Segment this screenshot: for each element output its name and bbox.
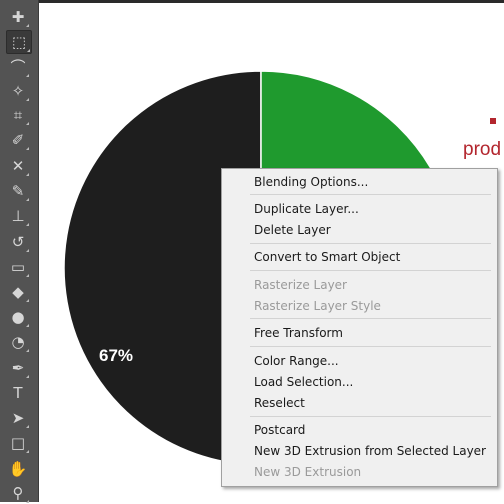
tool-group-indicator: [26, 147, 29, 150]
menu-item-duplicate-layer[interactable]: Duplicate Layer...: [254, 202, 359, 216]
tool-group-indicator: [26, 223, 29, 226]
menu-item-blending-options[interactable]: Blending Options...: [254, 175, 368, 189]
magic-wand-icon[interactable]: ✧: [6, 80, 30, 102]
tools-panel: ✚ ⬚ ⌒ ✧ ⌗ ✐ ✕ ✎ ⊥ ↺ ▭ ◆ ● ◔ ✒ T ➤ □ ✋ ⚲: [0, 0, 39, 504]
menu-item-new-3d-extrusion[interactable]: New 3D Extrusion: [254, 465, 361, 479]
zoom-icon[interactable]: ⚲: [6, 482, 30, 504]
menu-item-free-transform[interactable]: Free Transform: [254, 326, 343, 340]
blur-icon[interactable]: ●: [6, 306, 30, 328]
legend-label: prod: [463, 139, 502, 160]
tool-group-indicator: [26, 74, 29, 77]
menu-item-reselect[interactable]: Reselect: [254, 396, 305, 410]
menu-item-load-selection[interactable]: Load Selection...: [254, 375, 353, 389]
clone-stamp-icon[interactable]: ⊥: [6, 205, 30, 227]
pie-slice-label: 67%: [99, 346, 134, 365]
menu-separator: [250, 318, 491, 319]
path-selection-icon[interactable]: ➤: [6, 407, 30, 429]
menu-item-color-range[interactable]: Color Range...: [254, 354, 339, 368]
menu-item-postcard[interactable]: Postcard: [254, 423, 305, 437]
menu-item-convert-smart-object[interactable]: Convert to Smart Object: [254, 250, 400, 264]
eyedropper-icon[interactable]: ✐: [6, 129, 30, 151]
tool-group-indicator: [26, 324, 29, 327]
menu-item-delete-layer[interactable]: Delete Layer: [254, 223, 331, 237]
menu-separator: [250, 346, 491, 347]
paint-bucket-icon[interactable]: ◆: [6, 281, 30, 303]
move-tool-icon[interactable]: ✚: [6, 6, 30, 28]
eraser-icon[interactable]: ▭: [6, 256, 30, 278]
menu-item-rasterize-layer[interactable]: Rasterize Layer: [254, 278, 347, 292]
tool-group-indicator: [26, 299, 29, 302]
type-icon[interactable]: T: [6, 382, 30, 404]
lasso-icon[interactable]: ⌒: [6, 56, 30, 78]
crop-icon[interactable]: ⌗: [6, 104, 30, 126]
hand-icon[interactable]: ✋: [6, 458, 30, 480]
tool-group-indicator: [26, 375, 29, 378]
tool-group-indicator: [26, 249, 29, 252]
tool-group-indicator: [26, 450, 29, 453]
layer-context-menu: Blending Options... Duplicate Layer... D…: [221, 168, 498, 487]
brush-icon[interactable]: ✎: [6, 180, 30, 202]
tool-group-indicator: [26, 122, 29, 125]
menu-item-rasterize-layer-style[interactable]: Rasterize Layer Style: [254, 299, 381, 313]
menu-item-new-3d-extrusion-from-layer[interactable]: New 3D Extrusion from Selected Layer: [254, 444, 486, 458]
tool-group-indicator: [26, 274, 29, 277]
tool-group-indicator: [26, 425, 29, 428]
spot-healing-icon[interactable]: ✕: [6, 155, 30, 177]
history-brush-icon[interactable]: ↺: [6, 231, 30, 253]
menu-separator: [250, 194, 491, 195]
rectangle-shape-icon[interactable]: □: [6, 432, 30, 454]
legend-marker: [490, 118, 496, 124]
menu-separator: [250, 416, 491, 417]
tool-group-indicator: [26, 98, 29, 101]
pen-icon[interactable]: ✒: [6, 357, 30, 379]
tool-group-indicator: [26, 349, 29, 352]
tool-group-indicator: [27, 49, 30, 52]
rectangular-marquee-icon[interactable]: ⬚: [6, 30, 32, 54]
menu-separator: [250, 270, 491, 271]
dodge-icon[interactable]: ◔: [6, 331, 30, 353]
tool-group-indicator: [26, 173, 29, 176]
tool-group-indicator: [26, 24, 29, 27]
tool-group-indicator: [26, 198, 29, 201]
menu-separator: [250, 243, 491, 244]
